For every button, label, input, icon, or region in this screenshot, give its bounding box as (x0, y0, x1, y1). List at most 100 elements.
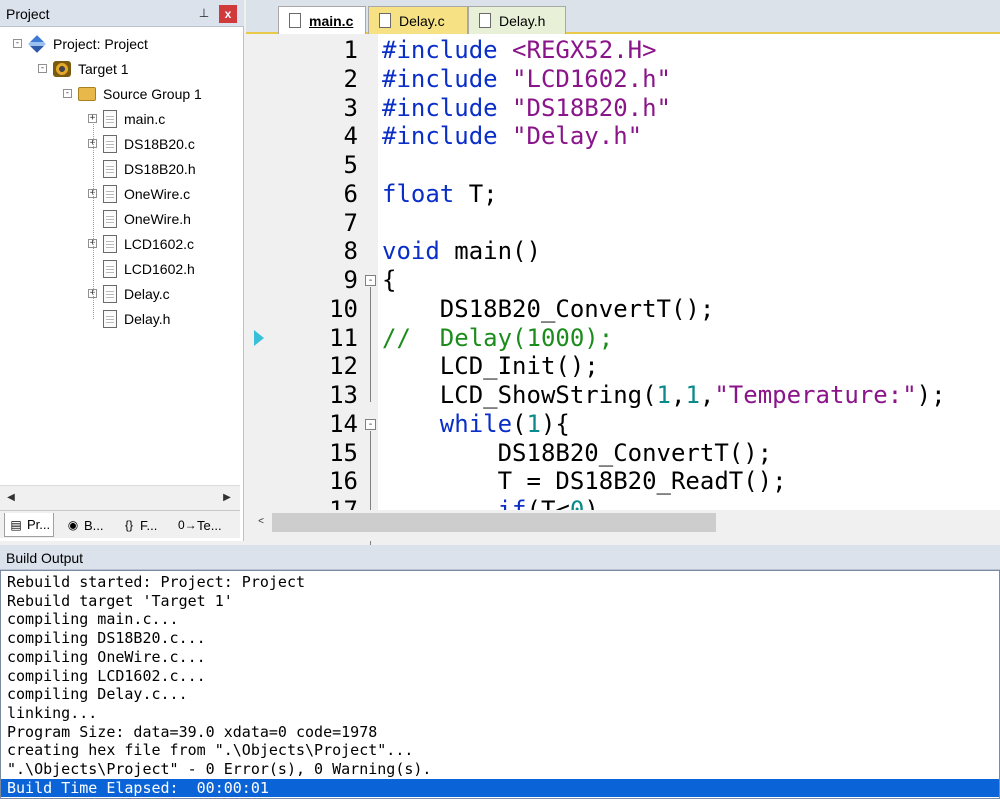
build-output-title: Build Output (6, 550, 84, 566)
code-token: , (699, 381, 715, 409)
templates-tab-icon: 0→ (178, 518, 197, 532)
build-output-line: ".\Objects\Project" - 0 Error(s), 0 Warn… (7, 760, 432, 778)
editor-scroll-left-icon[interactable]: < (254, 515, 268, 529)
build-output-line: compiling Delay.c... (7, 685, 188, 704)
code-token: void (382, 237, 440, 266)
line-number: 7 (343, 208, 358, 237)
tree-connector-line (93, 122, 94, 319)
code-token: float (382, 179, 455, 208)
code-line: DS18B20_ConvertT(); (382, 438, 773, 468)
file-icon (289, 13, 301, 28)
scroll-left-arrow-icon[interactable]: ◀ (4, 491, 18, 505)
code-token: LCD_ShowString( (382, 381, 657, 409)
build-output-line: Rebuild started: Project: Project (7, 573, 306, 591)
tree-item[interactable]: - Project: Project (13, 31, 148, 56)
fold-toggle-icon[interactable]: - (365, 275, 376, 286)
expand-toggle-icon[interactable]: - (63, 89, 72, 98)
code-line: float T; (382, 180, 498, 209)
tree-item-label: OneWire.c (124, 185, 191, 202)
code-token: ) (584, 496, 599, 510)
line-number: 8 (343, 237, 358, 266)
code-token: #include (382, 93, 513, 122)
build-output-line: creating hex file from ".\Objects\Projec… (7, 741, 414, 760)
tree-item-label: Target 1 (78, 60, 129, 77)
file-icon (103, 184, 117, 203)
panel-tab-templates[interactable]: 0→ Te... (175, 513, 225, 537)
file-icon (103, 109, 117, 128)
code-token: T; (454, 179, 498, 208)
tree-item[interactable]: + main.c (88, 106, 165, 131)
project-tree-scrollbar[interactable]: ◀ ▶ (0, 485, 240, 510)
editor-scroll-thumb[interactable] (272, 513, 716, 532)
line-number: 3 (343, 93, 358, 122)
line-number: 5 (343, 151, 358, 179)
file-tab-delay-h[interactable]: Delay.h (468, 6, 566, 34)
file-icon (379, 13, 391, 28)
file-icon (103, 309, 117, 328)
panel-tab-project[interactable]: ▤ Pr... (4, 513, 55, 537)
code-token: 0 (569, 496, 585, 510)
panel-tab-label: F... (140, 517, 158, 533)
tree-item[interactable]: LCD1602.h (88, 256, 195, 281)
tree-item-label: main.c (124, 110, 166, 127)
code-token: { (382, 266, 397, 294)
build-output-panel: Build Output Rebuild started: Project: P… (0, 545, 1000, 799)
code-token: ); (916, 381, 946, 409)
target-icon (53, 60, 71, 77)
build-output-line: compiling main.c... (7, 610, 179, 629)
code-line: // Delay(1000); (382, 324, 613, 353)
tree-item[interactable]: - Source Group 1 (63, 81, 202, 106)
expand-toggle-icon[interactable]: - (13, 39, 22, 48)
code-token: if (497, 496, 527, 510)
fold-toggle-icon[interactable]: - (365, 418, 376, 430)
tree-item[interactable]: OneWire.h (88, 206, 191, 231)
tree-item-label: Source Group 1 (103, 85, 202, 102)
code-token: DS18B20_ConvertT(); (382, 438, 773, 467)
tree-item-label: DS18B20.h (124, 160, 196, 177)
build-output-text[interactable]: Rebuild started: Project: Project Rebuild… (0, 570, 1000, 799)
code-line: void main() (382, 237, 541, 266)
code-token: , (671, 381, 686, 409)
code-line: #include <REGX52.H> (382, 36, 657, 65)
tree-item[interactable]: Delay.h (88, 306, 170, 331)
project-tree: - Project: Project - Target 1 - Source Group … (0, 28, 240, 485)
line-number-gutter: 123456789-1011121314-151617 (246, 34, 378, 546)
tree-item[interactable]: + DS18B20.c (88, 131, 195, 156)
tree-item-label: LCD1602.c (124, 235, 195, 252)
code-text-area[interactable]: #include <REGX52.H> #include "LCD1602.h" #… (378, 34, 1000, 510)
file-tab-delay-c[interactable]: Delay.c (368, 6, 468, 34)
file-tab-main-c[interactable]: main.c (278, 6, 366, 34)
editor-horizontal-scrollbar[interactable]: < (246, 510, 1000, 541)
panel-tab-label: B... (84, 517, 104, 533)
tree-item[interactable]: - Target 1 (38, 56, 129, 81)
project-bottom-tabs: ▤ Pr... ◉ B... {} F... 0→ Te... (0, 510, 240, 538)
build-output-line: compiling DS18B20.c... (7, 629, 206, 648)
tree-item[interactable]: DS18B20.h (88, 156, 196, 181)
panel-tab-functions[interactable]: {} F... (118, 513, 160, 537)
tree-item-label: OneWire.h (124, 210, 191, 227)
file-icon (479, 13, 491, 28)
line-number: 9 (343, 266, 358, 294)
file-tab-label: Delay.c (399, 12, 445, 29)
code-token: #include (382, 64, 513, 93)
code-token: // Delay(1000); (382, 323, 614, 352)
tree-item[interactable]: + LCD1602.c (88, 231, 194, 256)
tree-item[interactable]: + Delay.c (88, 281, 170, 306)
scroll-right-arrow-icon[interactable]: ▶ (220, 491, 234, 505)
line-number: 2 (343, 64, 358, 93)
code-token: ){ (540, 409, 570, 438)
code-line: { (382, 266, 396, 295)
code-line: DS18B20_ConvertT(); (382, 295, 715, 324)
expand-toggle-icon[interactable]: - (38, 64, 47, 73)
code-token: "Delay.h" (512, 122, 643, 151)
tree-item[interactable]: + OneWire.c (88, 181, 190, 206)
code-token: 1 (656, 381, 671, 409)
panel-tab-books[interactable]: ◉ B... (62, 513, 107, 537)
close-icon[interactable]: x (219, 5, 237, 23)
pin-icon[interactable]: ⊥ (196, 5, 212, 21)
code-token: "DS18B20.h" (512, 93, 671, 122)
code-line: if(T<0) (382, 496, 599, 510)
line-number: 10 (329, 294, 358, 323)
project-panel-title: Project (6, 6, 50, 22)
